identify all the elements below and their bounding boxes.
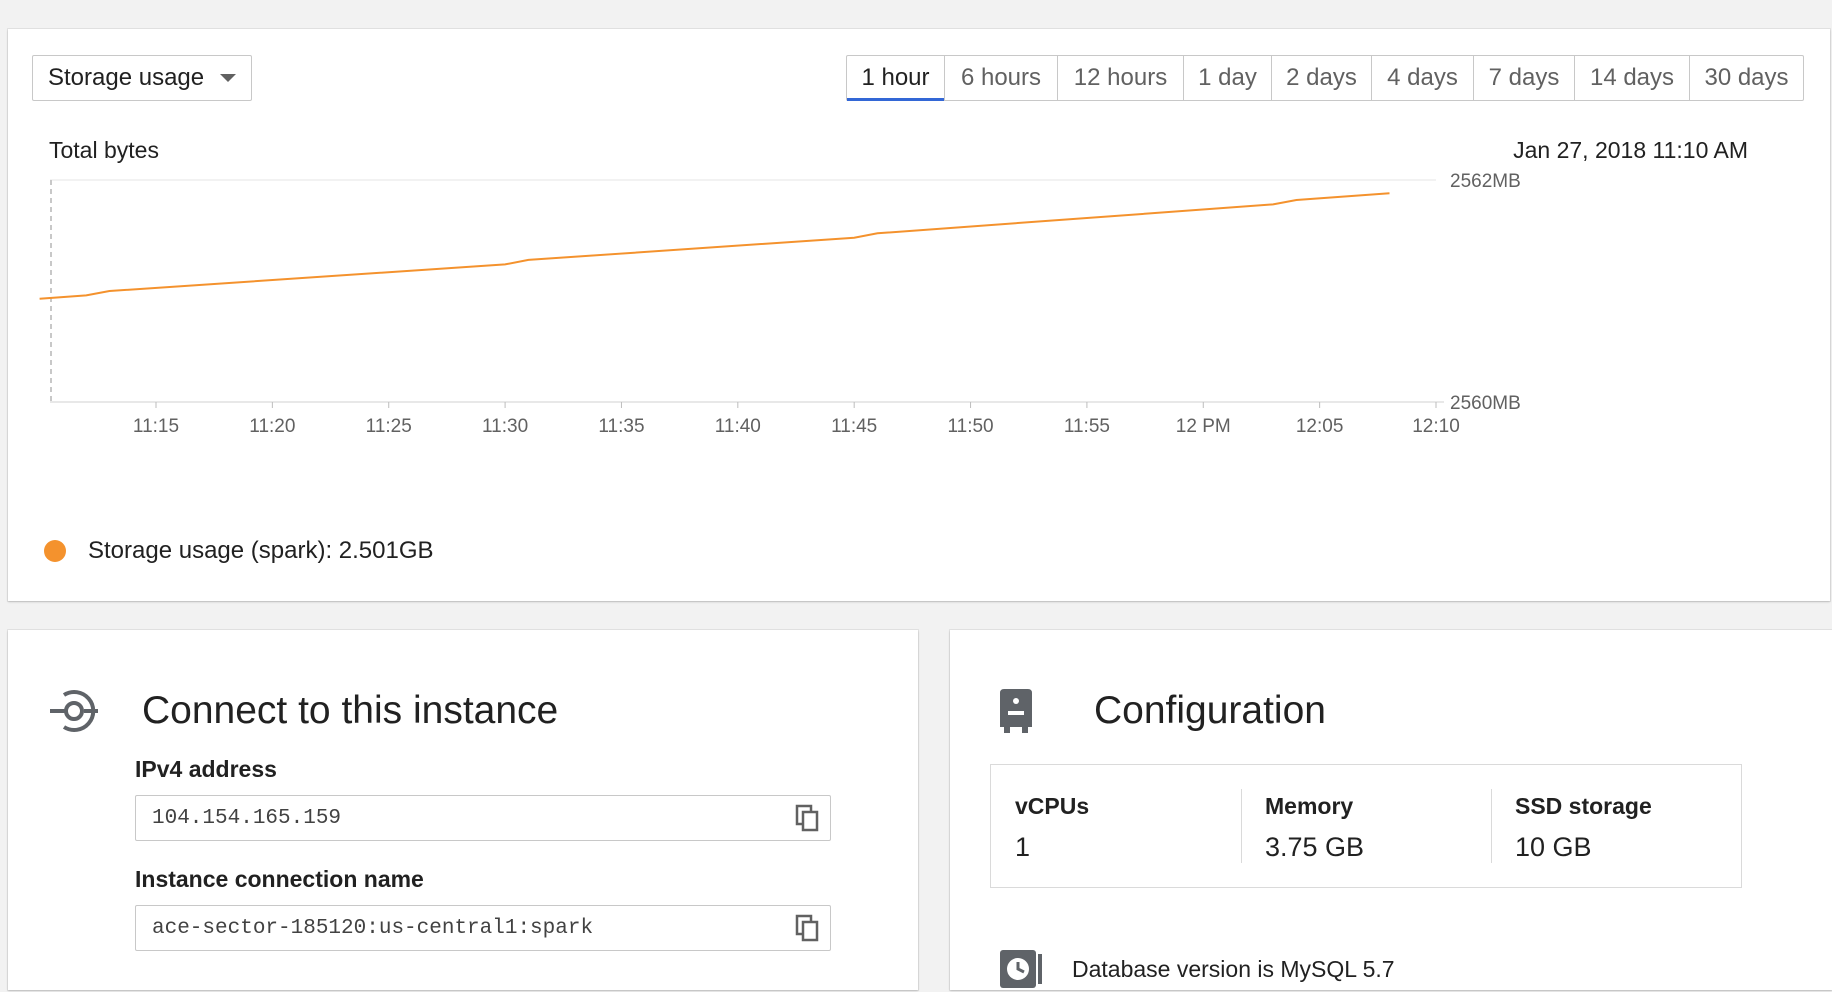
x-tick-label: 11:20	[249, 416, 295, 437]
config-summary: vCPUs 1 Memory 3.75 GB SSD storage 10 GB	[990, 764, 1742, 888]
configuration-header: Configuration	[994, 683, 1326, 739]
connection-name-field[interactable]: ace-sector-185120:us-central1:spark	[135, 905, 831, 951]
copy-connection-name-button[interactable]	[786, 906, 830, 950]
storage-icon	[994, 683, 1038, 739]
chart-legend: Storage usage (spark): 2.501GB	[44, 537, 434, 565]
vcpus-label: vCPUs	[1015, 793, 1090, 819]
ssd-label: SSD storage	[1515, 793, 1652, 819]
x-tick-label: 11:30	[482, 416, 528, 437]
connect-card: Connect to this instance IPv4 address 10…	[8, 630, 918, 990]
storage-usage-series-line	[39, 192, 1390, 300]
ipv4-value[interactable]: 104.154.165.159	[152, 807, 786, 830]
x-tick-label: 12:10	[1412, 416, 1460, 437]
memory-value: 3.75 GB	[1265, 832, 1365, 862]
vcpus-cell: vCPUs 1	[991, 765, 1241, 887]
copy-icon	[795, 914, 819, 942]
connection-name-value[interactable]: ace-sector-185120:us-central1:spark	[152, 917, 786, 940]
memory-cell: Memory 3.75 GB	[1241, 765, 1491, 887]
memory-label: Memory	[1265, 793, 1354, 819]
connect-icon	[46, 683, 102, 739]
ipv4-field[interactable]: 104.154.165.159	[135, 795, 831, 841]
x-tick-label: 11:25	[366, 416, 412, 437]
legend-dot-icon	[44, 540, 66, 562]
connection-name-label: Instance connection name	[135, 866, 424, 892]
x-tick-label: 11:50	[947, 416, 993, 437]
metrics-card: Storage usage 1 hour 6 hours 12 hours 1 …	[8, 29, 1830, 601]
x-tick-label: 11:45	[831, 416, 877, 437]
configuration-title: Configuration	[1094, 689, 1326, 732]
configuration-card: Configuration vCPUs 1 Memory 3.75 GB SSD…	[950, 630, 1832, 990]
legend-label: Storage usage (spark): 2.501GB	[88, 537, 434, 564]
x-tick-label: 11:55	[1064, 416, 1110, 437]
vcpus-value: 1	[1015, 832, 1031, 862]
x-tick-label: 12 PM	[1176, 416, 1231, 437]
ssd-cell: SSD storage 10 GB	[1491, 765, 1741, 887]
copy-icon	[795, 804, 819, 832]
ipv4-label: IPv4 address	[135, 756, 277, 782]
x-tick-label: 11:15	[133, 416, 179, 437]
y-tick-label: 2560MB	[1450, 393, 1521, 414]
database-clock-icon	[998, 946, 1044, 992]
database-version-text: Database version is MySQL 5.7	[1072, 955, 1395, 982]
copy-ipv4-button[interactable]	[786, 796, 830, 840]
connect-header: Connect to this instance	[46, 683, 558, 739]
x-tick-label: 12:05	[1296, 416, 1344, 437]
x-tick-label: 11:35	[598, 416, 644, 437]
x-tick-label: 11:40	[715, 416, 761, 437]
ssd-value: 10 GB	[1515, 832, 1592, 862]
storage-chart[interactable]: 11:15 11:20 11:25 11:30 11:35 11:40 11:45 11:50…	[8, 29, 1830, 529]
y-tick-label: 2562MB	[1450, 171, 1521, 192]
database-version: Database version is MySQL 5.7	[998, 946, 1395, 992]
connect-title: Connect to this instance	[142, 689, 559, 732]
